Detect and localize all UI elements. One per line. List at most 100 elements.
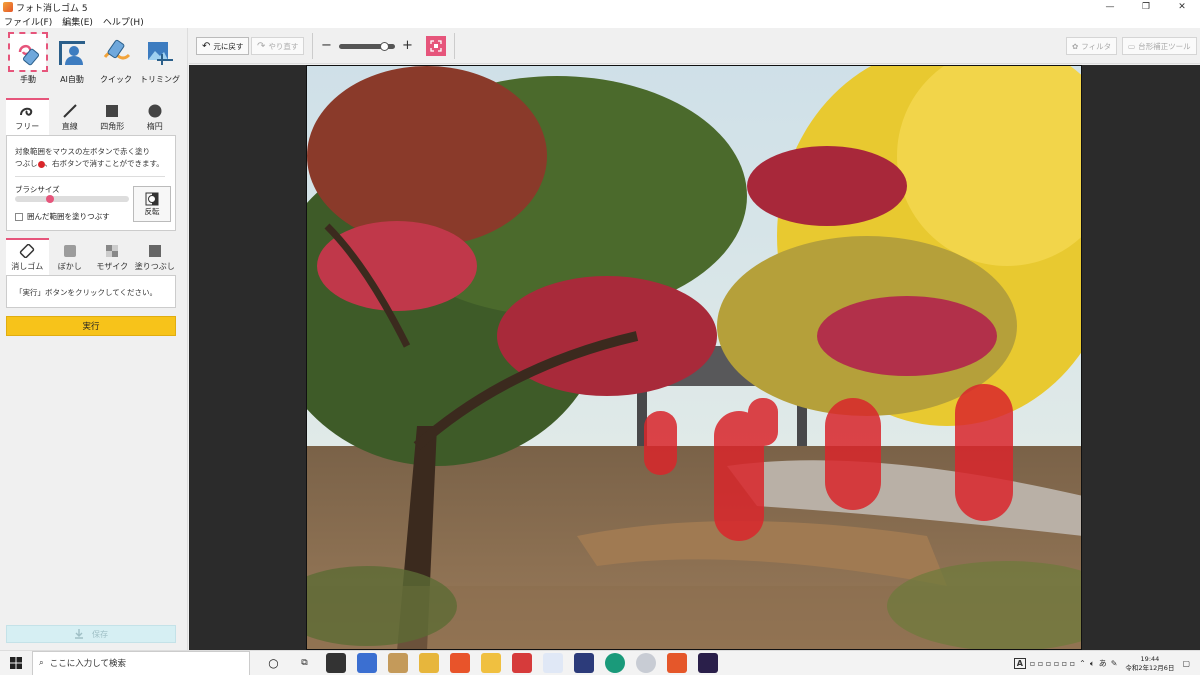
tab-line-label: 直線: [61, 122, 78, 131]
clock[interactable]: 19:44 令和2年12月6日: [1125, 655, 1174, 673]
mosaic-icon: [105, 243, 119, 259]
process-options-panel: 「実行」ボタンをクリックしてください。: [6, 275, 176, 308]
autumn-park-photo: [307, 66, 1081, 649]
mode-quick-label: クイック: [100, 75, 132, 84]
invert-icon: [145, 192, 159, 205]
zoom-slider[interactable]: [339, 42, 395, 51]
tray-app-label[interactable]: A: [1013, 658, 1026, 669]
description-line-2b: 、右ボタンで消すことができます。: [44, 159, 164, 168]
selection-description: 対象範囲をマウスの左ボタンで赤く塗り つぶし 、右ボタンで消すことができます。: [7, 136, 175, 170]
tray-expand-icon[interactable]: ⌃: [1079, 659, 1086, 668]
tilt-correction-button[interactable]: ▭ 台形補正ツール: [1122, 37, 1197, 55]
dice-icon[interactable]: [542, 653, 563, 673]
rectangle-icon: [105, 103, 119, 119]
tilt-correction-icon: ▭: [1128, 41, 1136, 51]
menu-file[interactable]: ファイル(F): [4, 15, 52, 28]
undo-button[interactable]: ↶ 元に戻す: [196, 37, 250, 55]
tab-eraser[interactable]: 消しゴム: [6, 238, 49, 275]
clock-time: 19:44: [1140, 654, 1160, 663]
save-label: 保存: [92, 629, 108, 639]
divider: [454, 33, 455, 59]
maximize-button[interactable]: ❐: [1128, 0, 1164, 14]
invert-button[interactable]: 反転: [133, 186, 171, 222]
store-icon[interactable]: [325, 653, 346, 673]
undo-label: 元に戻す: [213, 41, 244, 51]
mode-ai-auto[interactable]: AI自動: [50, 34, 94, 92]
task-view-icon[interactable]: ⧉: [295, 653, 315, 673]
minimize-button[interactable]: —: [1092, 0, 1128, 14]
tab-mosaic[interactable]: モザイク: [91, 238, 134, 275]
filter-button[interactable]: ✿ フィルタ: [1066, 37, 1118, 55]
download-icon: [75, 629, 83, 639]
mode-manual[interactable]: 手動: [6, 32, 50, 92]
zoom-out-button[interactable]: −: [321, 37, 332, 55]
cortana-icon[interactable]: ○: [264, 653, 284, 673]
mode-trimming-label: トリミング: [140, 75, 180, 84]
pen-icon[interactable]: ✎: [1111, 659, 1118, 668]
quick-icon: [98, 34, 134, 70]
search-icon: ⌕: [39, 658, 44, 668]
tab-freehand[interactable]: フリー: [6, 98, 49, 135]
mode-selector: 手動 AI自動 クイック トリミング: [0, 28, 187, 92]
title-bar: フォト消しゴム 5 — ❐ ✕: [0, 0, 1200, 14]
media-icon[interactable]: [511, 653, 532, 673]
ellipse-icon: [148, 103, 162, 119]
ime-indicator[interactable]: あ: [1099, 658, 1107, 669]
process-hint: 「実行」ボタンをクリックしてください。: [15, 288, 158, 297]
app-icon-2[interactable]: [573, 653, 594, 673]
mode-trimming[interactable]: トリミング: [138, 34, 182, 92]
tab-blur-label: ぼかし: [57, 262, 82, 271]
app-window: フォト消しゴム 5 — ❐ ✕ ファイル(F) 編集(E) ヘルプ(H) 手動: [0, 0, 1200, 675]
divider: [312, 33, 313, 59]
menu-help[interactable]: ヘルプ(H): [103, 15, 144, 28]
tray-icons[interactable]: ▫ ▫ ▫ ▫ ▫ ▫: [1030, 659, 1075, 668]
volume-icon[interactable]: 🔈︎: [1090, 659, 1095, 669]
app-icon[interactable]: [418, 653, 439, 673]
tab-ellipse[interactable]: 楕円: [134, 98, 177, 135]
description-line-1: 対象範囲をマウスの左ボタンで赤く塗り: [15, 147, 150, 156]
menu-edit[interactable]: 編集(E): [62, 15, 93, 28]
checkbox-box[interactable]: [15, 212, 23, 221]
redo-label: やり直す: [268, 41, 299, 51]
fill-enclosed-checkbox[interactable]: 囲んだ範囲を塗りつぶす: [15, 211, 110, 222]
tilt-correction-label: 台形補正ツール: [1138, 41, 1191, 51]
brush-size-slider-knob[interactable]: [46, 195, 55, 203]
windows-logo-icon: [10, 657, 22, 669]
taskbar-search-input[interactable]: ⌕ ここに入力して検索: [32, 650, 250, 675]
brush-size-slider[interactable]: [15, 195, 129, 203]
photo-canvas[interactable]: [306, 65, 1082, 650]
notification-icon[interactable]: ▢: [1182, 659, 1190, 668]
tab-fill[interactable]: 塗りつぶし: [134, 238, 177, 275]
ai-auto-icon: [54, 34, 90, 70]
red-paint-dot-icon: [37, 160, 45, 168]
mode-ai-auto-label: AI自動: [60, 75, 84, 84]
fit-to-window-button[interactable]: [426, 36, 446, 56]
close-button[interactable]: ✕: [1164, 0, 1200, 14]
window-title: フォト消しゴム 5: [16, 3, 88, 14]
vix-icon[interactable]: [697, 653, 718, 673]
tab-blur[interactable]: ぼかし: [49, 238, 92, 275]
zoom-slider-knob[interactable]: [379, 42, 389, 51]
start-button[interactable]: [0, 651, 32, 675]
execute-button[interactable]: 実行: [6, 316, 176, 336]
brave-icon[interactable]: [449, 653, 470, 673]
mode-quick[interactable]: クイック: [94, 34, 138, 92]
groove-icon[interactable]: [604, 653, 625, 673]
mode-manual-label: 手動: [20, 75, 36, 84]
redo-button[interactable]: ↷ やり直す: [251, 37, 305, 55]
menu-bar: ファイル(F) 編集(E) ヘルプ(H): [0, 14, 1200, 28]
manual-eraser-icon: [8, 32, 48, 72]
explorer-icon[interactable]: [480, 653, 501, 673]
divider: [15, 176, 165, 177]
disc-icon[interactable]: [635, 653, 656, 673]
tab-line[interactable]: 直線: [49, 98, 92, 135]
invert-label: 反転: [144, 206, 160, 216]
photo-eraser-icon[interactable]: [666, 653, 687, 673]
zoom-in-button[interactable]: +: [402, 37, 413, 55]
mail-icon[interactable]: [356, 653, 377, 673]
folder-icon[interactable]: [387, 653, 408, 673]
save-button[interactable]: 保存: [6, 625, 176, 643]
tab-rectangle[interactable]: 四角形: [91, 98, 134, 135]
left-panel: 手動 AI自動 クイック トリミング フリー 直線 四角形 楕円 対象範囲をマウ…: [0, 28, 188, 650]
toolbar: ↶ 元に戻す ↷ やり直す − + ✿ フィルタ ▭ 台形補正ツール: [189, 28, 1200, 64]
